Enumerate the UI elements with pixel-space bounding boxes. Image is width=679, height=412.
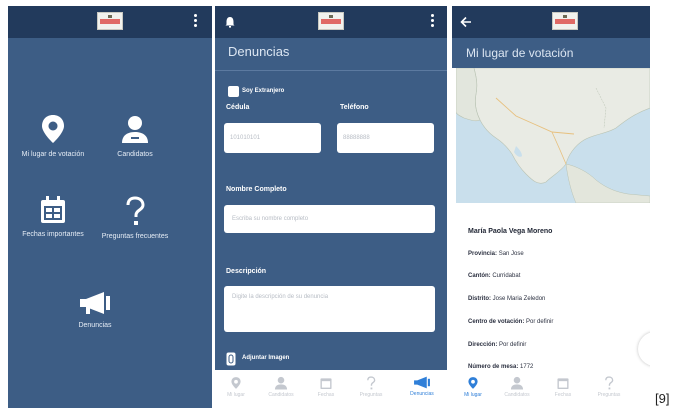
location-pin-icon <box>42 115 64 143</box>
flag-logo <box>97 12 123 30</box>
bell-icon[interactable] <box>225 16 235 28</box>
menu-label: Preguntas frecuentes <box>101 233 169 240</box>
more-menu-icon[interactable] <box>194 14 198 30</box>
nav-item-faq[interactable]: Preguntas <box>590 370 628 408</box>
nav-label: Mi lugar <box>227 392 245 398</box>
location-pin-icon <box>231 377 241 389</box>
nav-label: Preguntas <box>597 392 621 398</box>
nav-item-candidates[interactable]: Candidatos <box>262 370 300 408</box>
person-icon <box>122 116 148 143</box>
attachment-icon <box>226 352 236 366</box>
foreigner-checkbox[interactable] <box>228 86 239 97</box>
app-bar <box>215 6 447 38</box>
question-icon <box>605 376 614 390</box>
app-bar <box>8 6 212 38</box>
menu-label: Denuncias <box>78 322 112 329</box>
menu-label: Fechas importantes <box>22 231 84 238</box>
nav-label: Candidatos <box>504 392 530 398</box>
megaphone-icon <box>414 376 430 389</box>
figure-tag: [9] <box>655 391 670 406</box>
phone-field[interactable]: 88888888 <box>337 123 434 153</box>
page-title: Denuncias <box>228 44 290 59</box>
nav-label: Fechas <box>317 392 335 398</box>
bottom-nav: Mi lugar Candidatos Fechas Preguntas <box>452 370 650 408</box>
menu-label: Mi lugar de votación <box>21 151 85 158</box>
attach-label: Adjuntar Imagen <box>242 355 290 361</box>
more-menu-icon[interactable] <box>431 14 435 30</box>
fullname-label: Nombre Completo <box>226 186 287 193</box>
info-row-district: Distrito: Jose Maria Zeledon <box>468 296 546 302</box>
voting-place-screen: Mi lugar de votación María Paola Vega Mo… <box>452 6 650 408</box>
megaphone-icon <box>80 292 110 314</box>
question-icon <box>126 196 145 225</box>
nav-label: Mi lugar <box>464 392 482 398</box>
fullname-field[interactable]: Escriba su nombre completo <box>224 205 435 233</box>
menu-item-voting-place[interactable]: Mi lugar de votación <box>18 114 88 159</box>
cedula-field[interactable]: 101010101 <box>224 123 321 153</box>
phone-screens-figure: Mi lugar de votación Candidatos Fechas i… <box>0 0 679 412</box>
nav-item-dates[interactable]: Fechas <box>307 370 345 408</box>
question-icon <box>367 376 376 390</box>
nav-item-voting-place[interactable]: Mi lugar <box>454 370 492 408</box>
cedula-value: 101010101 <box>230 135 261 141</box>
phone-value: 88888888 <box>343 135 370 141</box>
menu-item-candidates[interactable]: Candidatos <box>100 114 170 159</box>
nav-label: Denuncias <box>410 391 434 397</box>
menu-item-faq[interactable]: Preguntas frecuentes <box>100 196 170 241</box>
description-placeholder: Digite la descripción de su denuncia <box>232 294 329 300</box>
cedula-label: Cédula <box>226 104 250 111</box>
person-icon <box>510 376 524 390</box>
info-row-voting-center: Centro de votación: Por definir <box>468 319 554 325</box>
nav-label: Fechas <box>554 392 572 398</box>
nav-label: Preguntas <box>359 392 383 398</box>
description-field[interactable]: Digite la descripción de su denuncia <box>224 286 435 332</box>
nav-item-voting-place[interactable]: Mi lugar <box>217 370 255 408</box>
phone-label: Teléfono <box>340 104 369 111</box>
nav-item-candidates[interactable]: Candidatos <box>498 370 536 408</box>
menu-item-dates[interactable]: Fechas importantes <box>18 196 88 239</box>
title-divider <box>215 70 447 71</box>
flag-logo <box>552 12 578 30</box>
attach-image-button[interactable]: Adjuntar Imagen <box>226 352 346 366</box>
page-title: Mi lugar de votación <box>466 46 574 60</box>
foreigner-label: Soy Extranjero <box>242 88 285 94</box>
person-icon <box>274 376 288 390</box>
reports-screen: Denuncias Soy Extranjero Cédula Teléfono… <box>215 6 447 408</box>
nav-item-dates[interactable]: Fechas <box>544 370 582 408</box>
calendar-icon <box>557 378 569 389</box>
map-view[interactable] <box>456 68 650 203</box>
costa-rica-map <box>456 68 650 203</box>
floating-action-button[interactable] <box>638 332 650 366</box>
info-row-province: Provincia: San Jose <box>468 251 524 257</box>
nav-item-faq[interactable]: Preguntas <box>352 370 390 408</box>
location-pin-icon <box>468 377 478 389</box>
voter-name: María Paola Vega Moreno <box>468 228 553 235</box>
info-row-canton: Cantón: Curridabat <box>468 273 521 279</box>
app-bar <box>452 6 650 38</box>
menu-item-reports[interactable]: Denuncias <box>60 291 130 330</box>
calendar-icon <box>41 196 65 223</box>
fullname-placeholder: Escriba su nombre completo <box>232 216 309 222</box>
flag-logo <box>318 12 344 30</box>
nav-item-reports[interactable]: Denuncias <box>401 370 443 408</box>
menu-label: Candidatos <box>117 151 153 158</box>
back-arrow-icon[interactable] <box>460 16 472 28</box>
info-row-address: Dirección: Por definir <box>468 342 527 348</box>
calendar-icon <box>320 378 332 389</box>
nav-label: Candidatos <box>268 392 294 398</box>
description-label: Descripción <box>226 268 267 275</box>
bottom-nav: Mi lugar Candidatos Fechas Preguntas Den… <box>215 370 447 408</box>
home-screen: Mi lugar de votación Candidatos Fechas i… <box>8 6 212 408</box>
